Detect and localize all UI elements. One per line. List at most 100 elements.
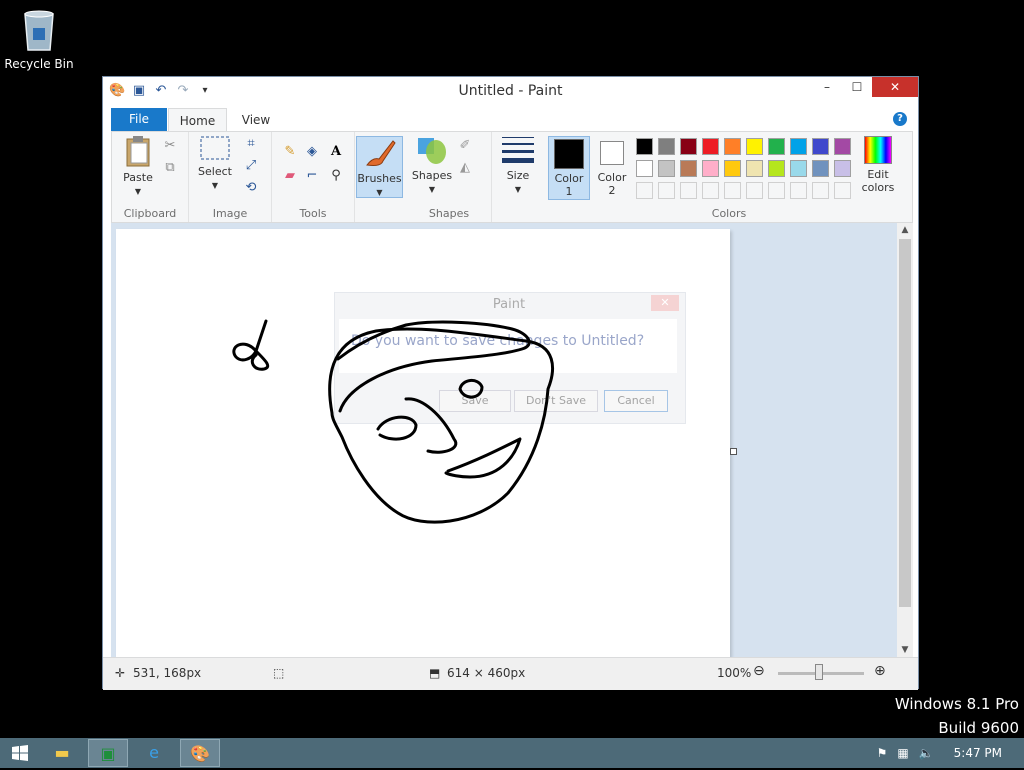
colors-group: Color 1 Color 2 Edit colors Colors	[544, 132, 914, 222]
size-icon	[502, 137, 534, 163]
palette-swatch[interactable]	[746, 138, 763, 155]
tools-group: ✎ ◈ A ▰ ⌐ ⚲ Tools	[272, 132, 355, 222]
fill-shape-icon[interactable]: ◭	[457, 160, 473, 176]
palette-swatch[interactable]	[812, 138, 829, 155]
minimize-button[interactable]: –	[812, 77, 842, 97]
maximize-button[interactable]: ☐	[842, 77, 872, 97]
palette-swatch[interactable]	[636, 138, 653, 155]
drawn-scribble	[232, 319, 270, 371]
window-title: Untitled - Paint	[458, 83, 563, 99]
brushes-button[interactable]: Brushes ▼	[356, 136, 403, 198]
internet-explorer-taskbar-icon[interactable]: e	[134, 739, 174, 767]
scroll-down-icon[interactable]: ▼	[897, 645, 913, 655]
file-explorer-taskbar-icon[interactable]: ▬	[42, 739, 82, 767]
palette-swatch[interactable]	[834, 160, 851, 177]
custom-color-slot[interactable]	[702, 182, 719, 199]
chevron-down-icon: ▼	[376, 188, 383, 197]
tab-home[interactable]: Home	[168, 108, 227, 132]
drawn-left-eye	[376, 415, 418, 441]
color1-button[interactable]: Color 1	[548, 136, 590, 200]
palette-swatch[interactable]	[834, 138, 851, 155]
scroll-up-icon[interactable]: ▲	[897, 225, 913, 235]
custom-color-slot[interactable]	[636, 182, 653, 199]
ribbon: Paste ▼ ✂ ⧉ Clipboard Select ▼ ⌗ ⤢ ⟲ Ima…	[111, 131, 913, 223]
magnifier-icon[interactable]: ⚲	[328, 168, 344, 184]
status-bar: ✛ 531, 168px ⬚ ⬒ 614 × 460px 100% ⊖ ⊕	[103, 657, 918, 690]
volume-icon[interactable]: 🔈	[919, 746, 934, 760]
palette-swatch[interactable]	[724, 160, 741, 177]
select-label: Select	[198, 165, 232, 178]
palette-swatch[interactable]	[790, 138, 807, 155]
color-picker-icon[interactable]: ⌐	[304, 168, 320, 184]
paint-taskbar-icon[interactable]: 🎨	[180, 739, 220, 767]
drawing-strokes	[232, 319, 555, 524]
copy-icon[interactable]: ⧉	[162, 160, 178, 176]
edit-colors-label: Edit	[867, 168, 889, 181]
paste-button[interactable]: Paste ▼	[116, 134, 160, 197]
custom-color-slot[interactable]	[812, 182, 829, 199]
palette-swatch[interactable]	[636, 160, 653, 177]
custom-color-slot[interactable]	[724, 182, 741, 199]
fill-icon[interactable]: ◈	[304, 144, 320, 160]
pencil-icon[interactable]: ✎	[282, 144, 298, 160]
help-icon[interactable]: ?	[893, 112, 907, 126]
custom-color-slot[interactable]	[658, 182, 675, 199]
custom-color-slot[interactable]	[746, 182, 763, 199]
image-size: 614 × 460px	[447, 666, 526, 680]
close-button[interactable]: ✕	[872, 77, 918, 97]
recycle-bin-icon	[24, 10, 54, 51]
rotate-icon[interactable]: ⟲	[243, 180, 259, 196]
palette-swatch[interactable]	[680, 138, 697, 155]
color2-swatch	[600, 141, 624, 165]
palette-swatch[interactable]	[812, 160, 829, 177]
palette-swatch[interactable]	[724, 138, 741, 155]
network-icon[interactable]: ▦	[897, 746, 908, 760]
action-center-flag-icon[interactable]: ⚑	[877, 746, 888, 760]
zoom-out-icon[interactable]: ⊖	[753, 663, 765, 679]
image-size-icon: ⬒	[429, 666, 441, 680]
palette-swatch[interactable]	[702, 160, 719, 177]
shapes-button[interactable]: Shapes ▼	[411, 134, 453, 195]
size-button[interactable]: Size ▼	[496, 134, 540, 195]
zoom-slider-thumb[interactable]	[815, 664, 823, 680]
crop-icon[interactable]: ⌗	[243, 136, 259, 152]
palette-swatch[interactable]	[702, 138, 719, 155]
canvas-workspace[interactable]: Paint ✕ Do you want to save changes to U…	[111, 223, 897, 657]
start-button[interactable]	[0, 739, 40, 767]
canvas-resize-handle[interactable]	[730, 448, 737, 455]
vertical-scrollbar[interactable]: ▲ ▼	[897, 223, 913, 657]
clock[interactable]: 5:47 PM	[954, 746, 1002, 760]
tab-file[interactable]: File	[111, 108, 167, 131]
drawn-face-outline	[328, 327, 555, 524]
custom-color-slot[interactable]	[768, 182, 785, 199]
zoom-in-icon[interactable]: ⊕	[874, 663, 886, 679]
resize-icon[interactable]: ⤢	[243, 158, 259, 174]
shapes-group-label: Shapes	[428, 207, 470, 220]
custom-color-slot[interactable]	[834, 182, 851, 199]
chevron-down-icon: ▼	[514, 185, 522, 194]
palette-swatch[interactable]	[680, 160, 697, 177]
palette-swatch[interactable]	[658, 138, 675, 155]
edit-colors-button[interactable]: Edit colors	[856, 136, 900, 194]
select-button[interactable]: Select ▼	[193, 134, 237, 191]
palette-swatch[interactable]	[768, 160, 785, 177]
text-icon[interactable]: A	[328, 144, 344, 160]
outline-icon[interactable]: ✐	[457, 138, 473, 154]
palette-swatch[interactable]	[790, 160, 807, 177]
store-taskbar-icon[interactable]: ▣	[88, 739, 128, 767]
title-bar: 🎨 ▣ ↶ ↷ ▾ Untitled - Paint – ☐ ✕	[103, 77, 918, 107]
color2-button[interactable]: Color 2	[592, 136, 632, 197]
custom-color-slot[interactable]	[680, 182, 697, 199]
eraser-icon[interactable]: ▰	[282, 168, 298, 184]
palette-swatch[interactable]	[746, 160, 763, 177]
cut-icon[interactable]: ✂	[162, 138, 178, 154]
drawing-canvas[interactable]: Paint ✕ Do you want to save changes to U…	[116, 229, 730, 657]
scrollbar-thumb[interactable]	[899, 239, 911, 607]
paint-window: 🎨 ▣ ↶ ↷ ▾ Untitled - Paint – ☐ ✕ File Ho…	[102, 76, 919, 690]
tab-view[interactable]: View	[231, 108, 281, 131]
window-controls: – ☐ ✕	[812, 77, 918, 97]
palette-swatch[interactable]	[768, 138, 785, 155]
custom-color-slot[interactable]	[790, 182, 807, 199]
palette-swatch[interactable]	[658, 160, 675, 177]
recycle-bin[interactable]: Recycle Bin	[4, 6, 74, 71]
